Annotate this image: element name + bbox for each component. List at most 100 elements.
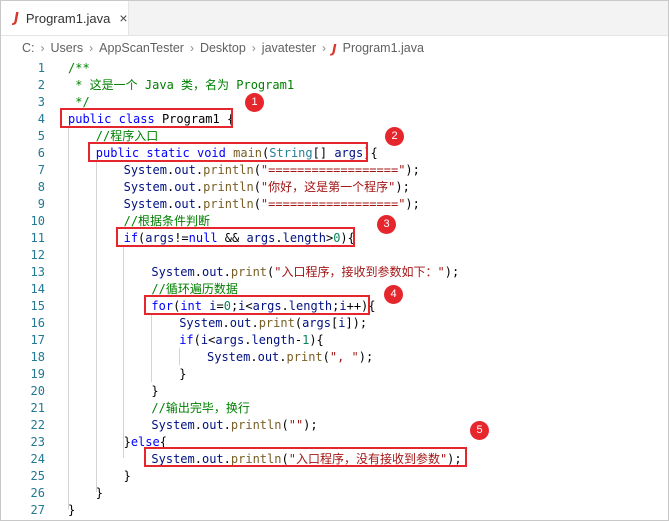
- code-token: args: [302, 316, 331, 330]
- code-line[interactable]: 19}: [1, 366, 668, 383]
- code-token: args: [215, 333, 245, 347]
- chevron-right-icon: ›: [251, 41, 256, 55]
- breadcrumb-item-desktop[interactable]: Desktop: [200, 41, 246, 55]
- code-token: "==================": [260, 197, 406, 211]
- code-token: out: [201, 418, 224, 432]
- code-token: ", ": [329, 350, 359, 364]
- code-token: (: [322, 350, 330, 364]
- breadcrumb-item-appscantester[interactable]: AppScanTester: [99, 41, 184, 55]
- code-token: print: [286, 350, 323, 364]
- code-token: .: [279, 350, 287, 364]
- code-line[interactable]: 18 System.out.print(", ");: [1, 349, 668, 366]
- code-line[interactable]: 9 System.out.println("=================="…: [1, 196, 668, 213]
- line-number: 12: [30, 248, 45, 262]
- annotation-badge-4: 4: [384, 285, 403, 304]
- code-token: "入口程序，接收到参数如下：": [274, 265, 445, 279]
- code-token: ){: [309, 333, 324, 347]
- line-number: 25: [30, 469, 45, 483]
- code-line[interactable]: 7 System.out.println("=================="…: [1, 162, 668, 179]
- code-line[interactable]: 8 System.out.println("你好，这是第一个程序");: [1, 179, 668, 196]
- java-file-icon: J: [14, 10, 19, 26]
- code-token: "": [288, 418, 304, 432]
- code-text: System.out.println("==================")…: [124, 162, 420, 179]
- code-token: (: [253, 163, 261, 177]
- tab-program1-java[interactable]: J Program1.java ×: [1, 1, 129, 35]
- code-line[interactable]: 16 System.out.print(args[i]);: [1, 315, 668, 332]
- chevron-right-icon: ›: [89, 41, 94, 55]
- code-text: System.out.print(", ");: [207, 349, 373, 366]
- code-token: System: [151, 418, 195, 432]
- code-token: //循环遍历数据: [151, 282, 238, 296]
- code-line[interactable]: 1 /**: [1, 60, 668, 77]
- code-text: }: [151, 383, 158, 400]
- code-token: //根据条件判断: [123, 214, 211, 228]
- code-token: out: [257, 350, 280, 364]
- line-number: 11: [30, 231, 45, 245]
- code-line[interactable]: 27}: [1, 502, 668, 519]
- code-token: (: [253, 180, 261, 194]
- code-text: }: [96, 485, 103, 502]
- close-icon[interactable]: ×: [119, 10, 127, 26]
- code-token: //程序入口: [95, 129, 159, 143]
- breadcrumb-item-users[interactable]: Users: [51, 41, 84, 55]
- line-number: 13: [30, 265, 45, 279]
- annotation-box-class-declaration: [60, 108, 233, 128]
- code-token: out: [174, 180, 196, 194]
- line-number: 23: [30, 435, 45, 449]
- code-token: );: [303, 418, 318, 432]
- line-number: 15: [30, 299, 45, 313]
- code-token: System: [179, 316, 223, 330]
- code-line[interactable]: 12: [1, 247, 668, 264]
- annotation-badge-2: 2: [385, 127, 404, 146]
- line-number: 8: [37, 180, 45, 194]
- line-number: 14: [30, 282, 45, 296]
- chevron-right-icon: ›: [322, 41, 326, 55]
- code-text: }: [124, 468, 131, 485]
- code-token: println: [203, 180, 254, 194]
- code-line[interactable]: 26}: [1, 485, 668, 502]
- line-number: 10: [30, 214, 45, 228]
- code-token: ]);: [345, 316, 368, 330]
- java-file-icon: J: [332, 40, 337, 56]
- code-text: /**: [68, 60, 90, 77]
- code-text: }: [68, 502, 75, 519]
- code-token: (: [294, 316, 303, 330]
- line-number: 19: [30, 367, 45, 381]
- breadcrumb-item-drive[interactable]: C:: [22, 41, 35, 55]
- code-token: println: [203, 197, 254, 211]
- annotation-box-if-condition: [116, 227, 355, 247]
- line-number: 24: [30, 452, 45, 466]
- code-token: out: [174, 163, 196, 177]
- code-token: .: [222, 316, 230, 330]
- line-number: 5: [37, 129, 45, 143]
- code-line[interactable]: 25}: [1, 468, 668, 485]
- code-token: out: [229, 316, 252, 330]
- code-token: System: [123, 163, 167, 177]
- code-token: print: [258, 316, 295, 330]
- code-token: (: [281, 418, 289, 432]
- code-line[interactable]: 17 if(i<args.length-1){: [1, 332, 668, 349]
- code-token: print: [230, 265, 268, 279]
- editor-window: J Program1.java × C: › Users › AppScanTe…: [0, 0, 669, 521]
- breadcrumb-item-file[interactable]: Program1.java: [343, 41, 424, 55]
- code-line[interactable]: 13 System.out.print("入口程序，接收到参数如下：");: [1, 264, 668, 281]
- code-token: println: [230, 418, 282, 432]
- code-token: }: [179, 367, 187, 381]
- code-line[interactable]: 20}: [1, 383, 668, 400]
- line-number: 20: [30, 384, 45, 398]
- annotation-box-else-println: [144, 447, 467, 467]
- breadcrumb-item-javatester[interactable]: javatester: [262, 41, 316, 55]
- code-token: .: [251, 316, 259, 330]
- code-token: if: [179, 333, 194, 347]
- line-number: 18: [30, 350, 45, 364]
- line-number: 27: [30, 503, 45, 517]
- code-text: System.out.print("入口程序，接收到参数如下：");: [151, 264, 459, 281]
- line-number: 17: [30, 333, 45, 347]
- code-line[interactable]: 22 System.out.println("");: [1, 417, 668, 434]
- annotation-badge-5: 5: [470, 421, 489, 440]
- code-line[interactable]: 2 * 这是一个 Java 类，名为 Program1: [1, 77, 668, 94]
- code-token: * 这是一个 Java 类，名为 Program1: [68, 78, 295, 92]
- code-line[interactable]: 21 //输出完毕，换行: [1, 400, 668, 417]
- code-token: }: [68, 503, 76, 517]
- code-token: .: [194, 265, 202, 279]
